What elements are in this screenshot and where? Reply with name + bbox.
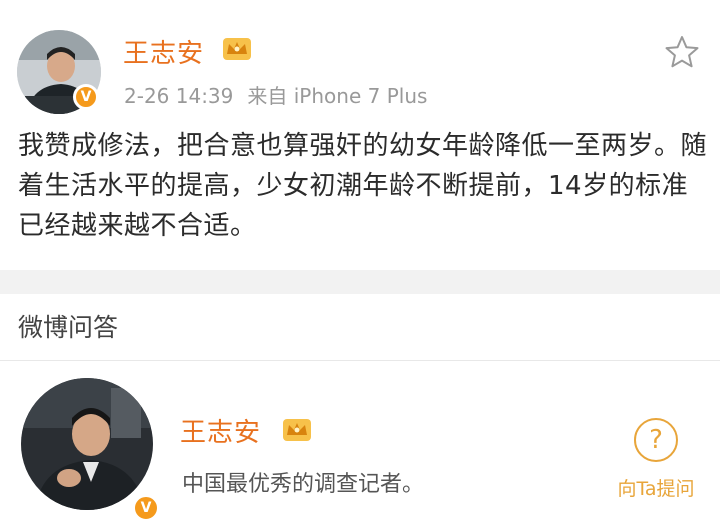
qa-section-title: 微博问答 <box>18 313 119 342</box>
qa-separator <box>0 360 720 361</box>
star-icon[interactable] <box>664 34 700 70</box>
question-icon: ? <box>634 418 678 462</box>
qa-author-description: 中国最优秀的调查记者。 <box>182 472 425 497</box>
ask-question-button[interactable]: ? 向Ta提问 <box>606 418 706 508</box>
crown-icon <box>283 419 311 441</box>
verified-badge: V <box>73 84 99 110</box>
post-source: 来自 iPhone 7 Plus <box>247 84 428 108</box>
author-name[interactable]: 王志安 <box>123 33 204 70</box>
section-divider <box>0 270 720 294</box>
ask-question-label: 向Ta提问 <box>617 478 695 500</box>
qa-author-name[interactable]: 王志安 <box>180 412 261 449</box>
post-text: 我赞成修法，把合意也算强奸的幼女年龄降低一至两岁。随着生活水平的提高，少女初潮年… <box>18 131 708 241</box>
post-meta: 2-26 14:39 来自 iPhone 7 Plus <box>124 80 441 109</box>
post-date: 2-26 14:39 <box>124 84 234 108</box>
crown-icon <box>223 38 251 60</box>
qa-avatar[interactable] <box>21 378 153 510</box>
qa-verified-badge: V <box>132 494 160 519</box>
weibo-post: V 王志安 2-26 14:39 来自 iPhone 7 Plus 我赞成修法，把… <box>0 0 720 270</box>
